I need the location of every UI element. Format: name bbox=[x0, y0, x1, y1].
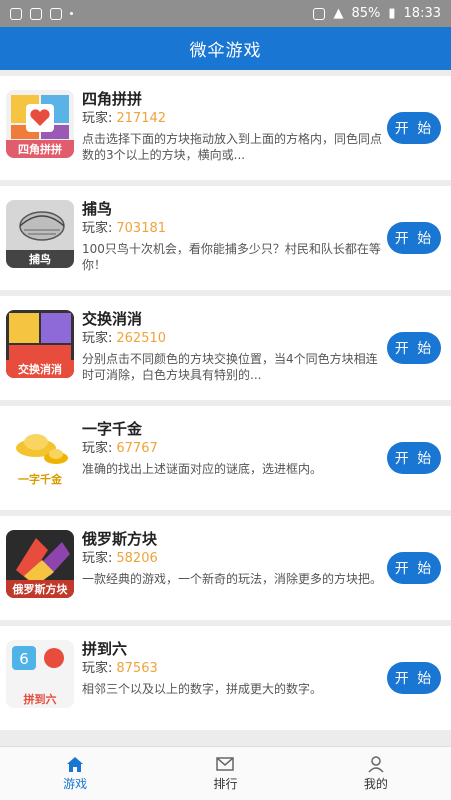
game-description: 准确的找出上述谜面对应的谜底，选进框内。 bbox=[82, 462, 323, 476]
game-card[interactable]: 捕鸟 捕鸟 玩家: 703181 100只鸟十次机会，看你能捕多少只？村民和队长都… bbox=[0, 186, 451, 290]
tab-label: 我的 bbox=[363, 777, 388, 791]
game-thumbnail: 6 拼到六 bbox=[6, 640, 74, 708]
start-button[interactable]: 开 始 bbox=[387, 442, 441, 474]
status-bar: ▲ 85% ▮ 18:33 bbox=[0, 0, 451, 27]
user-icon bbox=[368, 756, 384, 773]
player-label: 玩家: bbox=[82, 441, 113, 456]
start-button[interactable]: 开 始 bbox=[387, 112, 441, 144]
player-label: 玩家: bbox=[82, 331, 113, 346]
tab-profile[interactable]: 我的 bbox=[301, 747, 451, 800]
notification-icon bbox=[10, 7, 22, 20]
player-count: 玩家: 87563 bbox=[82, 660, 382, 678]
thumbnail-label: 交换消消 bbox=[6, 360, 74, 378]
game-title: 交换消消 bbox=[82, 310, 143, 328]
game-title: 捕鸟 bbox=[82, 200, 113, 218]
game-card[interactable]: 俄罗斯方块 俄罗斯方块 玩家: 58206 一款经典的游戏，一个新奇的玩法，消除更… bbox=[0, 516, 451, 620]
player-number: 703181 bbox=[116, 221, 167, 236]
game-description: 点击选择下面的方块拖动放入到上面的方格内，同色同点数的3个以上的方块，横向或..… bbox=[82, 132, 382, 162]
game-description: 相邻三个以及以上的数字，拼成更大的数字。 bbox=[82, 682, 323, 696]
home-icon bbox=[67, 757, 84, 772]
player-count: 玩家: 703181 bbox=[82, 220, 382, 238]
game-title: 拼到六 bbox=[82, 640, 128, 658]
player-label: 玩家: bbox=[82, 111, 113, 126]
player-count: 玩家: 67767 bbox=[82, 440, 382, 458]
mail-icon bbox=[216, 757, 235, 771]
battery-level: 85% bbox=[351, 6, 381, 21]
game-description: 分别点击不同颜色的方块交换位置，当4个同色方块相连时可消除，白色方块具有特别的.… bbox=[82, 352, 378, 382]
game-title: 俄罗斯方块 bbox=[82, 530, 158, 548]
player-number: 87563 bbox=[116, 661, 158, 676]
page-title: 微伞游戏 bbox=[189, 41, 262, 61]
start-button[interactable]: 开 始 bbox=[387, 552, 441, 584]
game-thumbnail: 交换消消 bbox=[6, 310, 74, 378]
thumbnail-label: 一字千金 bbox=[6, 470, 74, 488]
game-thumbnail: 俄罗斯方块 bbox=[6, 530, 74, 598]
player-count: 玩家: 262510 bbox=[82, 330, 382, 348]
game-title: 四角拼拼 bbox=[82, 90, 143, 108]
signal-icon: ▲ bbox=[333, 6, 344, 21]
game-title: 一字千金 bbox=[82, 420, 143, 438]
game-card[interactable]: 一字千金 一字千金 玩家: 67767 准确的找出上述谜面对应的谜底，选进框内。 … bbox=[0, 406, 451, 510]
player-label: 玩家: bbox=[82, 551, 113, 566]
game-description: 一款经典的游戏，一个新奇的玩法，消除更多的方块把。 bbox=[82, 572, 382, 586]
game-card[interactable]: 四角拼拼 四角拼拼 玩家: 217142 点击选择下面的方块拖动放入到上面的方格内… bbox=[0, 76, 451, 180]
game-list[interactable]: 四角拼拼 四角拼拼 玩家: 217142 点击选择下面的方块拖动放入到上面的方格内… bbox=[0, 76, 451, 746]
tab-label: 排行 bbox=[213, 777, 238, 791]
tab-label: 游戏 bbox=[63, 777, 88, 791]
svg-text:6: 6 bbox=[19, 650, 29, 668]
thumbnail-label: 拼到六 bbox=[6, 690, 74, 708]
start-button[interactable]: 开 始 bbox=[387, 332, 441, 364]
tab-games[interactable]: 游戏 bbox=[0, 747, 150, 800]
bottom-tab-bar: 游戏 排行 我的 bbox=[0, 746, 451, 800]
player-count: 玩家: 217142 bbox=[82, 110, 382, 128]
player-number: 67767 bbox=[116, 441, 158, 456]
game-thumbnail: 一字千金 bbox=[6, 420, 74, 488]
start-button[interactable]: 开 始 bbox=[387, 222, 441, 254]
game-card[interactable]: 交换消消 交换消消 玩家: 262510 分别点击不同颜色的方块交换位置，当4个同… bbox=[0, 296, 451, 400]
app-bar: 微伞游戏 bbox=[0, 27, 451, 70]
image-icon bbox=[50, 7, 62, 20]
nfc-icon bbox=[313, 7, 326, 20]
game-description: 100只鸟十次机会，看你能捕多少只？村民和队长都在等你！ bbox=[82, 242, 381, 272]
player-label: 玩家: bbox=[82, 221, 113, 236]
game-thumbnail: 四角拼拼 bbox=[6, 90, 74, 158]
player-number: 262510 bbox=[116, 331, 167, 346]
clock: 18:33 bbox=[403, 6, 441, 21]
player-count: 玩家: 58206 bbox=[82, 550, 382, 568]
game-card[interactable]: 6 拼到六 拼到六 玩家: 87563 相邻三个以及以上的数字，拼成更大的数字。 … bbox=[0, 626, 451, 730]
thumbnail-label: 四角拼拼 bbox=[6, 140, 74, 158]
battery-icon: ▮ bbox=[388, 6, 396, 21]
thumbnail-label: 捕鸟 bbox=[6, 250, 74, 268]
more-dot-icon bbox=[70, 12, 73, 15]
player-number: 217142 bbox=[116, 111, 167, 126]
tab-ranking[interactable]: 排行 bbox=[150, 747, 300, 800]
message-icon bbox=[30, 7, 42, 20]
player-label: 玩家: bbox=[82, 661, 113, 676]
thumbnail-label: 俄罗斯方块 bbox=[6, 580, 74, 598]
start-button[interactable]: 开 始 bbox=[387, 662, 441, 694]
player-number: 58206 bbox=[116, 551, 158, 566]
game-thumbnail: 捕鸟 bbox=[6, 200, 74, 268]
